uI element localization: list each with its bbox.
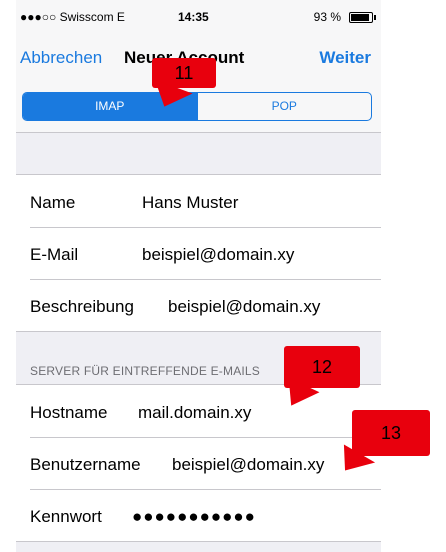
name-label: Name bbox=[30, 193, 76, 212]
username-label: Benutzername bbox=[30, 455, 141, 474]
hostname-field[interactable]: mail.domain.xy bbox=[138, 403, 251, 423]
incoming-server-header: SERVER FÜR EINTREFFENDE E-MAILS bbox=[30, 364, 261, 378]
segment-pop[interactable]: POP bbox=[196, 93, 372, 120]
hostname-label: Hostname bbox=[30, 403, 108, 422]
description-row[interactable]: Beschreibung beispiel@domain.xy bbox=[16, 279, 381, 331]
incoming-server-group: Hostname mail.domain.xy Benutzername bei… bbox=[16, 384, 381, 542]
username-row[interactable]: Benutzername beispiel@domain.xy bbox=[16, 437, 381, 489]
carrier-signal: ●●●○○ Swisscom E bbox=[20, 10, 125, 24]
name-field[interactable]: Hans Muster bbox=[142, 193, 238, 213]
next-button[interactable]: Weiter bbox=[319, 48, 371, 68]
protocol-segmented-control: IMAP POP bbox=[22, 92, 372, 121]
username-field[interactable]: beispiel@domain.xy bbox=[172, 455, 324, 475]
name-row[interactable]: Name Hans Muster bbox=[16, 175, 381, 227]
battery-percent: 93 % bbox=[313, 10, 341, 24]
status-bar: ●●●○○ Swisscom E 14:35 93 % bbox=[16, 0, 381, 30]
password-field[interactable]: ●●●●●●●●●●● bbox=[132, 507, 256, 527]
protocol-segment-bar: IMAP POP bbox=[16, 82, 381, 133]
callout-13: 13 bbox=[352, 410, 430, 456]
password-row[interactable]: Kennwort ●●●●●●●●●●● bbox=[16, 489, 381, 541]
battery-icon bbox=[349, 12, 376, 23]
hostname-row[interactable]: Hostname mail.domain.xy bbox=[16, 385, 381, 437]
status-time: 14:35 bbox=[178, 10, 209, 24]
cancel-button[interactable]: Abbrechen bbox=[20, 48, 102, 68]
account-info-group: Name Hans Muster E-Mail beispiel@domain.… bbox=[16, 174, 381, 332]
description-label: Beschreibung bbox=[30, 297, 134, 316]
description-field[interactable]: beispiel@domain.xy bbox=[168, 297, 320, 317]
password-label: Kennwort bbox=[30, 507, 102, 526]
email-field[interactable]: beispiel@domain.xy bbox=[142, 245, 294, 265]
email-label: E-Mail bbox=[30, 245, 79, 264]
email-row[interactable]: E-Mail beispiel@domain.xy bbox=[16, 227, 381, 279]
